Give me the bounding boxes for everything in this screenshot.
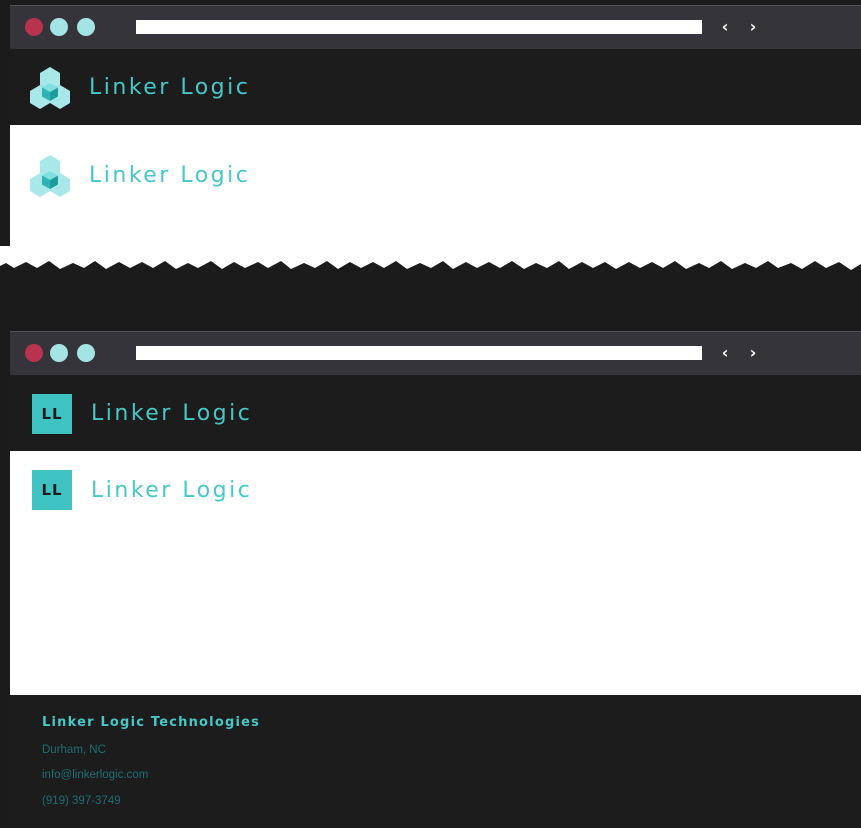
cube-cluster-icon bbox=[30, 67, 70, 109]
header-dark: Linker Logic bbox=[10, 49, 861, 125]
header-dark: LL Linker Logic bbox=[10, 375, 861, 451]
footer-location: Durham, NC bbox=[42, 744, 106, 756]
browser-window-monogram-logo: ‹ › LL Linker Logic LL Linker Logic Link… bbox=[10, 331, 861, 828]
brand-wordmark: Linker Logic bbox=[91, 478, 253, 503]
close-window-button[interactable] bbox=[25, 18, 43, 36]
maximize-window-button[interactable] bbox=[77, 344, 95, 362]
back-arrow-icon[interactable]: ‹ bbox=[718, 16, 732, 38]
browser-window-cube-logo: ‹ › Linker Logic Linker Logic bbox=[10, 5, 861, 270]
address-bar[interactable] bbox=[136, 346, 702, 360]
browser-chrome-bar: ‹ › bbox=[10, 5, 861, 49]
site-footer: Linker Logic Technologies Durham, NC inf… bbox=[10, 695, 861, 828]
close-window-button[interactable] bbox=[25, 344, 43, 362]
footer-phone: (919) 397-3749 bbox=[42, 795, 121, 807]
minimize-window-button[interactable] bbox=[50, 18, 68, 36]
forward-arrow-icon[interactable]: › bbox=[746, 16, 760, 38]
cube-cluster-icon bbox=[30, 155, 70, 197]
minimize-window-button[interactable] bbox=[50, 344, 68, 362]
content-light: LL Linker Logic bbox=[10, 451, 861, 696]
maximize-window-button[interactable] bbox=[77, 18, 95, 36]
brand-wordmark: Linker Logic bbox=[91, 401, 253, 426]
back-arrow-icon[interactable]: ‹ bbox=[718, 342, 732, 364]
content-light: Linker Logic bbox=[10, 125, 861, 251]
brand-wordmark: Linker Logic bbox=[89, 163, 251, 188]
address-bar[interactable] bbox=[136, 20, 702, 34]
monogram-badge-icon: LL bbox=[32, 394, 72, 434]
browser-chrome-bar: ‹ › bbox=[10, 331, 861, 375]
torn-edge-divider bbox=[0, 246, 861, 270]
forward-arrow-icon[interactable]: › bbox=[746, 342, 760, 364]
footer-email-link[interactable]: info@linkerlogic.com bbox=[42, 769, 148, 781]
brand-wordmark: Linker Logic bbox=[89, 75, 251, 100]
monogram-badge-icon: LL bbox=[32, 470, 72, 510]
footer-company-name: Linker Logic Technologies bbox=[42, 715, 261, 730]
